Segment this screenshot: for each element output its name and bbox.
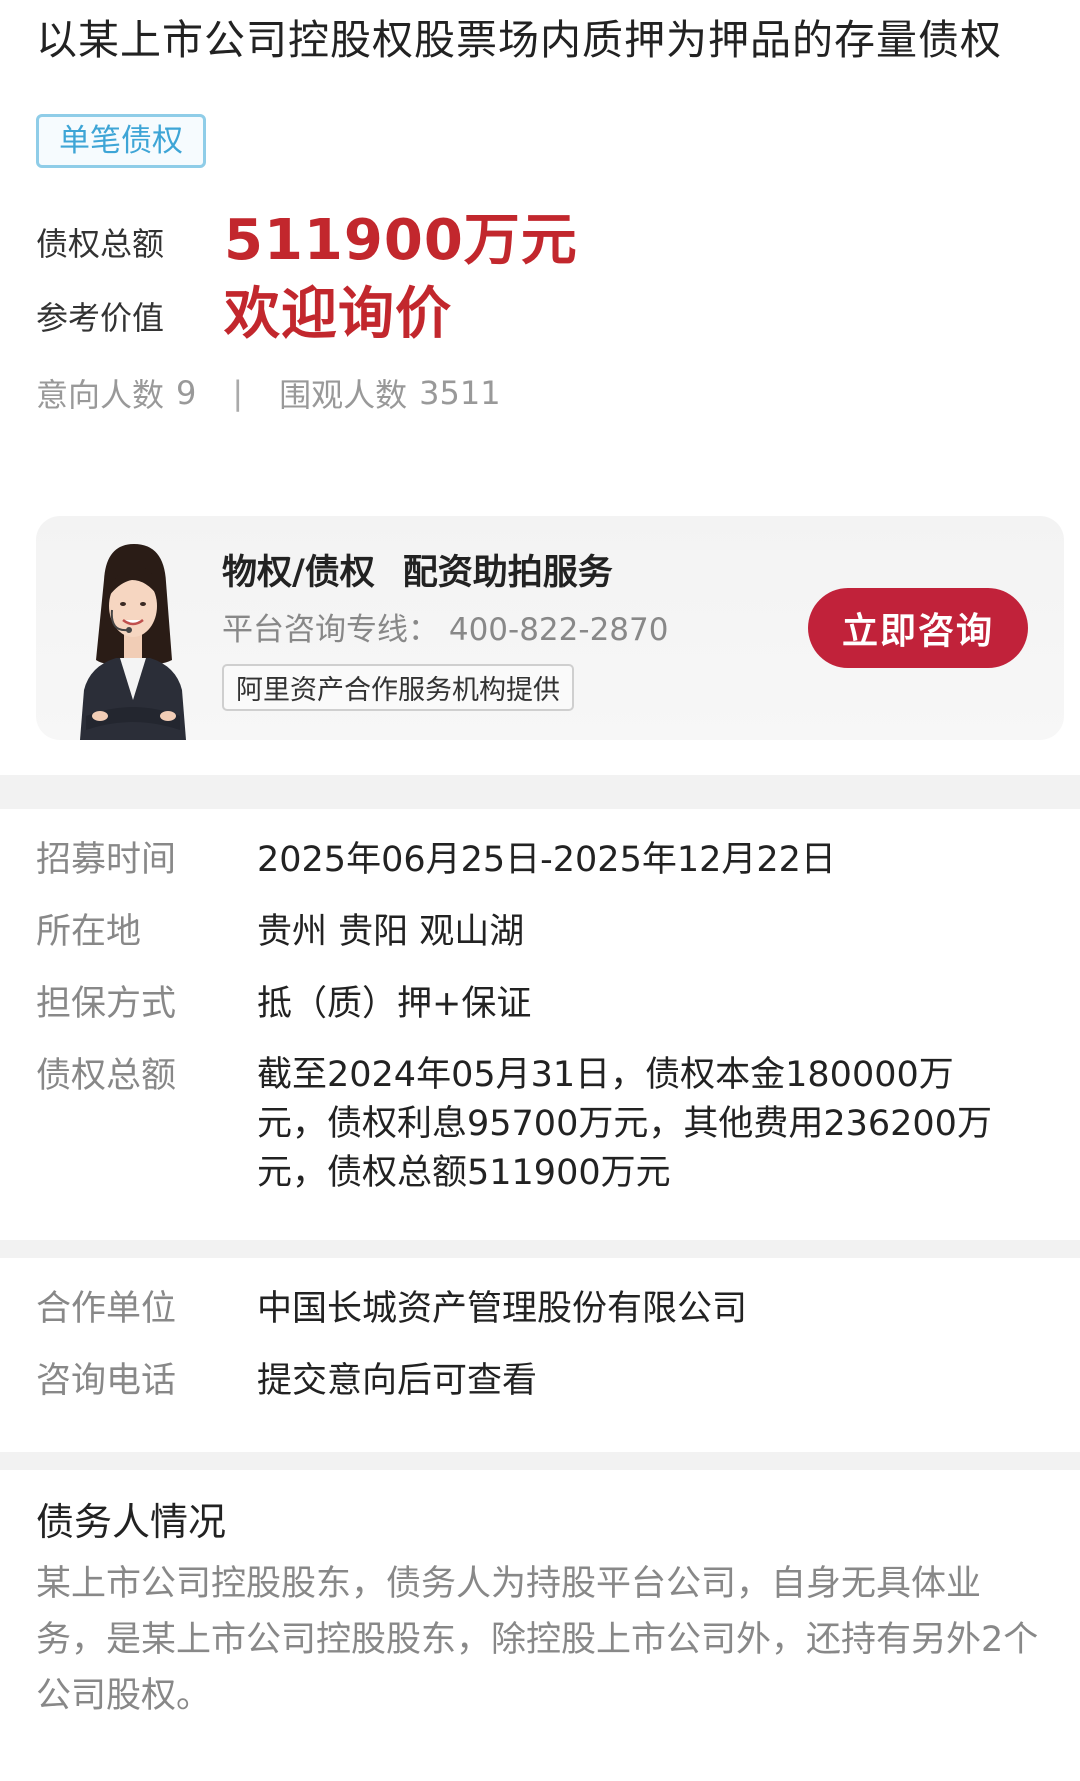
debtor-section: 债务人情况 某上市公司控股股东，债务人为持股平台公司，自身无具体业务，是某上市公… xyxy=(0,1470,1080,1724)
detail-value: 2025年06月25日-2025年12月22日 xyxy=(257,840,836,880)
consult-now-button[interactable]: 立即咨询 xyxy=(808,588,1028,668)
total-amount-row: 债权总额 511900万元 xyxy=(36,198,1044,273)
reference-value-row: 参考价值 欢迎询价 xyxy=(36,272,1044,347)
detail-row-total-amount: 债权总额 截至2024年05月31日，债权本金180000万元，债权利息9570… xyxy=(36,1051,1044,1198)
reference-value: 欢迎询价 xyxy=(224,281,452,347)
detail-key: 担保方式 xyxy=(36,984,177,1024)
detail-row-partner: 合作单位 中国长城资产管理股份有限公司 xyxy=(36,1284,1044,1334)
detail-section: 招募时间 2025年06月25日-2025年12月22日 所在地 贵州 贵阳 观… xyxy=(0,809,1080,1240)
service-provider-badge: 阿里资产合作服务机构提供 xyxy=(222,664,574,711)
service-title: 物权/债权 配资助拍服务 xyxy=(222,544,613,595)
detail-key: 合作单位 xyxy=(36,1289,177,1329)
listing-page: 以某上市公司控股权股票场内质押为押品的存量债权 单笔债权 债权总额 511900… xyxy=(0,0,1080,1781)
view-count: 3511 xyxy=(419,374,501,412)
total-amount-label: 债权总额 xyxy=(36,225,165,263)
detail-row-location: 所在地 贵州 贵阳 观山湖 xyxy=(36,907,1044,957)
intent-count: 9 xyxy=(176,374,197,412)
detail-row-guarantee: 担保方式 抵（质）押+保证 xyxy=(36,979,1044,1029)
listing-title: 以某上市公司控股权股票场内质押为押品的存量债权 xyxy=(36,16,1002,64)
view-count-label: 围观人数 xyxy=(279,376,408,414)
intent-count-label: 意向人数 xyxy=(36,376,165,414)
detail-value: 贵州 贵阳 观山湖 xyxy=(257,912,525,952)
debtor-description: 某上市公司控股股东，债务人为持股平台公司，自身无具体业务，是某上市公司控股股东，… xyxy=(36,1564,1039,1716)
detail-value: 截至2024年05月31日，债权本金180000万元，债权利息95700万元，其… xyxy=(257,1055,992,1193)
detail-key: 招募时间 xyxy=(36,840,177,880)
detail-value: 中国长城资产管理股份有限公司 xyxy=(257,1289,748,1329)
listing-header: 以某上市公司控股权股票场内质押为押品的存量债权 单笔债权 债权总额 511900… xyxy=(0,0,1080,775)
partner-section: 合作单位 中国长城资产管理股份有限公司 咨询电话 提交意向后可查看 xyxy=(0,1258,1080,1452)
reference-value-label: 参考价值 xyxy=(36,299,165,337)
detail-row-phone: 咨询电话 提交意向后可查看 xyxy=(36,1356,1044,1406)
section-divider xyxy=(0,1452,1080,1470)
detail-key: 咨询电话 xyxy=(36,1361,177,1401)
section-divider xyxy=(0,775,1080,809)
stats-separator: | xyxy=(232,374,244,412)
detail-value: 抵（质）押+保证 xyxy=(257,984,532,1024)
total-amount-value: 511900万元 xyxy=(224,207,578,273)
detail-key: 所在地 xyxy=(36,912,142,952)
service-card: 物权/债权 配资助拍服务 平台咨询专线： 400-822-2870 阿里资产合作服… xyxy=(36,516,1064,740)
section-divider xyxy=(0,1240,1080,1258)
stats-row: 意向人数 9 | 围观人数 3511 xyxy=(36,370,1044,416)
service-title-name: 配资助拍服务 xyxy=(402,553,613,593)
detail-key: 债权总额 xyxy=(36,1056,177,1096)
service-title-category: 物权/债权 xyxy=(222,553,375,593)
detail-value: 提交意向后可查看 xyxy=(257,1361,538,1401)
debtor-section-title: 债务人情况 xyxy=(36,1500,227,1544)
consultant-avatar xyxy=(80,544,186,740)
type-tag: 单笔债权 xyxy=(36,114,206,168)
detail-row-recruit-time: 招募时间 2025年06月25日-2025年12月22日 xyxy=(36,835,1044,885)
service-hotline: 平台咨询专线： 400-822-2870 xyxy=(222,612,669,648)
